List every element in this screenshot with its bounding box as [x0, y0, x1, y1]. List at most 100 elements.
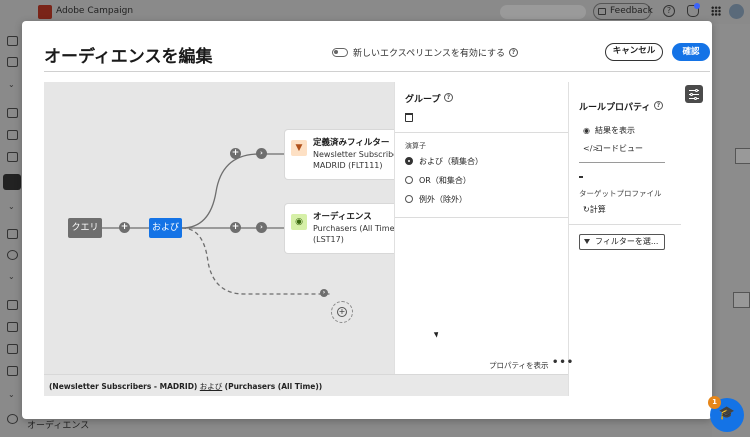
rule-properties-title: ルールプロパティ — [579, 103, 651, 113]
chevron-down-icon[interactable]: ⌄ — [8, 272, 15, 281]
card-title: 定義済みフィルター — [313, 138, 390, 148]
and-node[interactable]: および — [149, 218, 182, 238]
predefined-filter-card[interactable]: ▼ 定義済みフィルター Newsletter Subscribers - MAD… — [285, 130, 411, 179]
workflow-icon[interactable] — [7, 152, 18, 162]
toggle-label: 新しいエクスペリエンスを有効にする — [353, 49, 506, 59]
divider — [395, 217, 569, 218]
query-summary-bar: (Newsletter Subscribers - MADRID) および (P… — [44, 374, 568, 396]
home-icon[interactable] — [7, 36, 18, 46]
background-input — [735, 148, 750, 164]
feedback-button[interactable]: Feedback — [593, 3, 653, 20]
chevron-right-icon[interactable]: › — [256, 148, 267, 159]
add-icon[interactable]: + — [230, 148, 241, 159]
show-properties-button[interactable]: プロパティを表示 — [489, 360, 549, 371]
summary-operator[interactable]: および — [200, 382, 223, 391]
new-experience-toggle[interactable] — [332, 48, 348, 57]
add-icon[interactable]: + — [119, 222, 130, 233]
notification-badge — [694, 3, 700, 9]
divider — [395, 132, 569, 133]
chevron-down-icon[interactable]: ⌄ — [8, 202, 15, 211]
sidebar-item-audiences[interactable] — [3, 174, 21, 190]
list-icon[interactable] — [7, 322, 18, 332]
card-subtitle: Purchasers (All Time) — [313, 224, 398, 233]
query-summary: (Newsletter Subscribers - MADRID) および (P… — [49, 381, 322, 392]
show-results-button[interactable]: ◉ 結果を表示 — [583, 125, 635, 136]
help-icon[interactable]: ? — [663, 5, 675, 17]
code-view-label: コードビュー — [595, 144, 643, 153]
query-canvas[interactable]: クエリ + および + + › › ▼ 定義済みフィルター Newsletter… — [44, 82, 411, 374]
radio-label: および（積集合） — [419, 157, 483, 166]
chat-icon — [598, 8, 606, 15]
radio-or[interactable] — [405, 176, 413, 184]
operator-label: 演算子 — [405, 142, 426, 150]
add-icon: + — [337, 307, 347, 317]
summary-left: (Newsletter Subscribers - MADRID) — [49, 382, 198, 391]
calculate-label: 計算 — [589, 205, 606, 214]
background-button — [733, 292, 750, 308]
sandbox-selector[interactable] — [500, 5, 586, 19]
show-results-label: 結果を表示 — [595, 126, 635, 135]
sidebar-item-audiences-label: オーディエンス — [27, 421, 90, 431]
group-title: グループ — [405, 95, 441, 105]
card-subtitle: MADRID (FLT111) — [313, 161, 383, 170]
audience-card[interactable]: ◉ オーディエンス Purchasers (All Time) (LST17) — [285, 204, 400, 253]
chevron-down-icon[interactable]: ⌄ — [8, 80, 15, 89]
report-icon[interactable] — [7, 300, 18, 310]
chart-icon[interactable] — [7, 344, 18, 354]
shield-icon[interactable] — [7, 366, 18, 376]
cancel-button[interactable]: キャンセル — [605, 43, 663, 61]
modal-title: オーディエンスを編集 — [44, 47, 213, 67]
avatar[interactable] — [729, 4, 744, 19]
edit-audience-modal: オーディエンスを編集 新しいエクスペリエンスを有効にする ? キャンセル 確認 … — [22, 21, 712, 419]
user-icon[interactable] — [7, 414, 18, 424]
background-strip — [24, 418, 712, 437]
code-view-button[interactable]: </>コードビュー — [583, 143, 643, 154]
add-icon[interactable]: + — [230, 222, 241, 233]
chevron-right-icon[interactable]: › — [256, 222, 267, 233]
divider — [44, 71, 710, 72]
globe-icon[interactable] — [7, 250, 18, 260]
count-placeholder — [579, 176, 583, 178]
add-component-target[interactable]: + — [331, 301, 353, 323]
info-icon[interactable]: ? — [654, 101, 663, 110]
refresh-icon: ↻ — [583, 205, 590, 214]
eye-icon: ◉ — [583, 126, 590, 135]
group-panel: グループ ? 演算子 および（積集合） OR（和集合） 例外（除外） — [394, 82, 569, 374]
card-subtitle: (LST17) — [313, 235, 344, 244]
more-options-icon[interactable]: ••• — [552, 357, 574, 368]
message-icon[interactable] — [7, 229, 18, 239]
divider — [569, 224, 681, 225]
radio-except[interactable] — [405, 195, 413, 203]
help-badge: 1 — [708, 396, 721, 409]
feedback-label: Feedback — [610, 6, 653, 16]
info-icon[interactable]: ? — [509, 48, 518, 57]
select-filter-label: フィルターを選... — [595, 237, 659, 246]
chevron-right-icon[interactable]: › — [320, 289, 328, 297]
calculate-button[interactable]: ↻計算 — [583, 204, 606, 215]
code-icon: </> — [583, 144, 600, 153]
left-sidebar: ⌄ ⌄ ⌄ ⌄ — [0, 24, 24, 437]
radio-label: 例外（除外） — [419, 195, 467, 204]
target-profile-label: ターゲットプロファイル — [579, 189, 662, 198]
app-grid-icon[interactable] — [711, 6, 721, 16]
adobe-logo-icon — [38, 5, 52, 19]
trash-icon[interactable] — [405, 113, 413, 122]
campaign-icon[interactable] — [7, 108, 18, 118]
filter-icon: ▼ — [291, 140, 307, 156]
query-node[interactable]: クエリ — [68, 218, 102, 238]
radio-and[interactable] — [405, 157, 413, 165]
select-filter-button[interactable]: フィルターを選... — [579, 234, 665, 250]
card-title: オーディエンス — [313, 212, 372, 222]
app-name: Adobe Campaign — [56, 6, 134, 16]
settings-sliders-icon[interactable] — [685, 85, 703, 103]
audience-icon: ◉ — [291, 214, 307, 230]
info-icon[interactable]: ? — [444, 93, 453, 102]
filter-icon — [584, 239, 590, 244]
summary-right: (Purchasers (All Time)) — [224, 382, 323, 391]
divider — [579, 162, 665, 163]
confirm-button[interactable]: 確認 — [672, 43, 710, 61]
rule-properties-panel: ルールプロパティ ? ◉ 結果を表示 </>コードビュー ターゲットプロファイル … — [568, 82, 681, 396]
explorer-icon[interactable] — [7, 57, 18, 67]
send-icon[interactable] — [7, 130, 18, 140]
chevron-down-icon[interactable]: ⌄ — [8, 390, 15, 399]
